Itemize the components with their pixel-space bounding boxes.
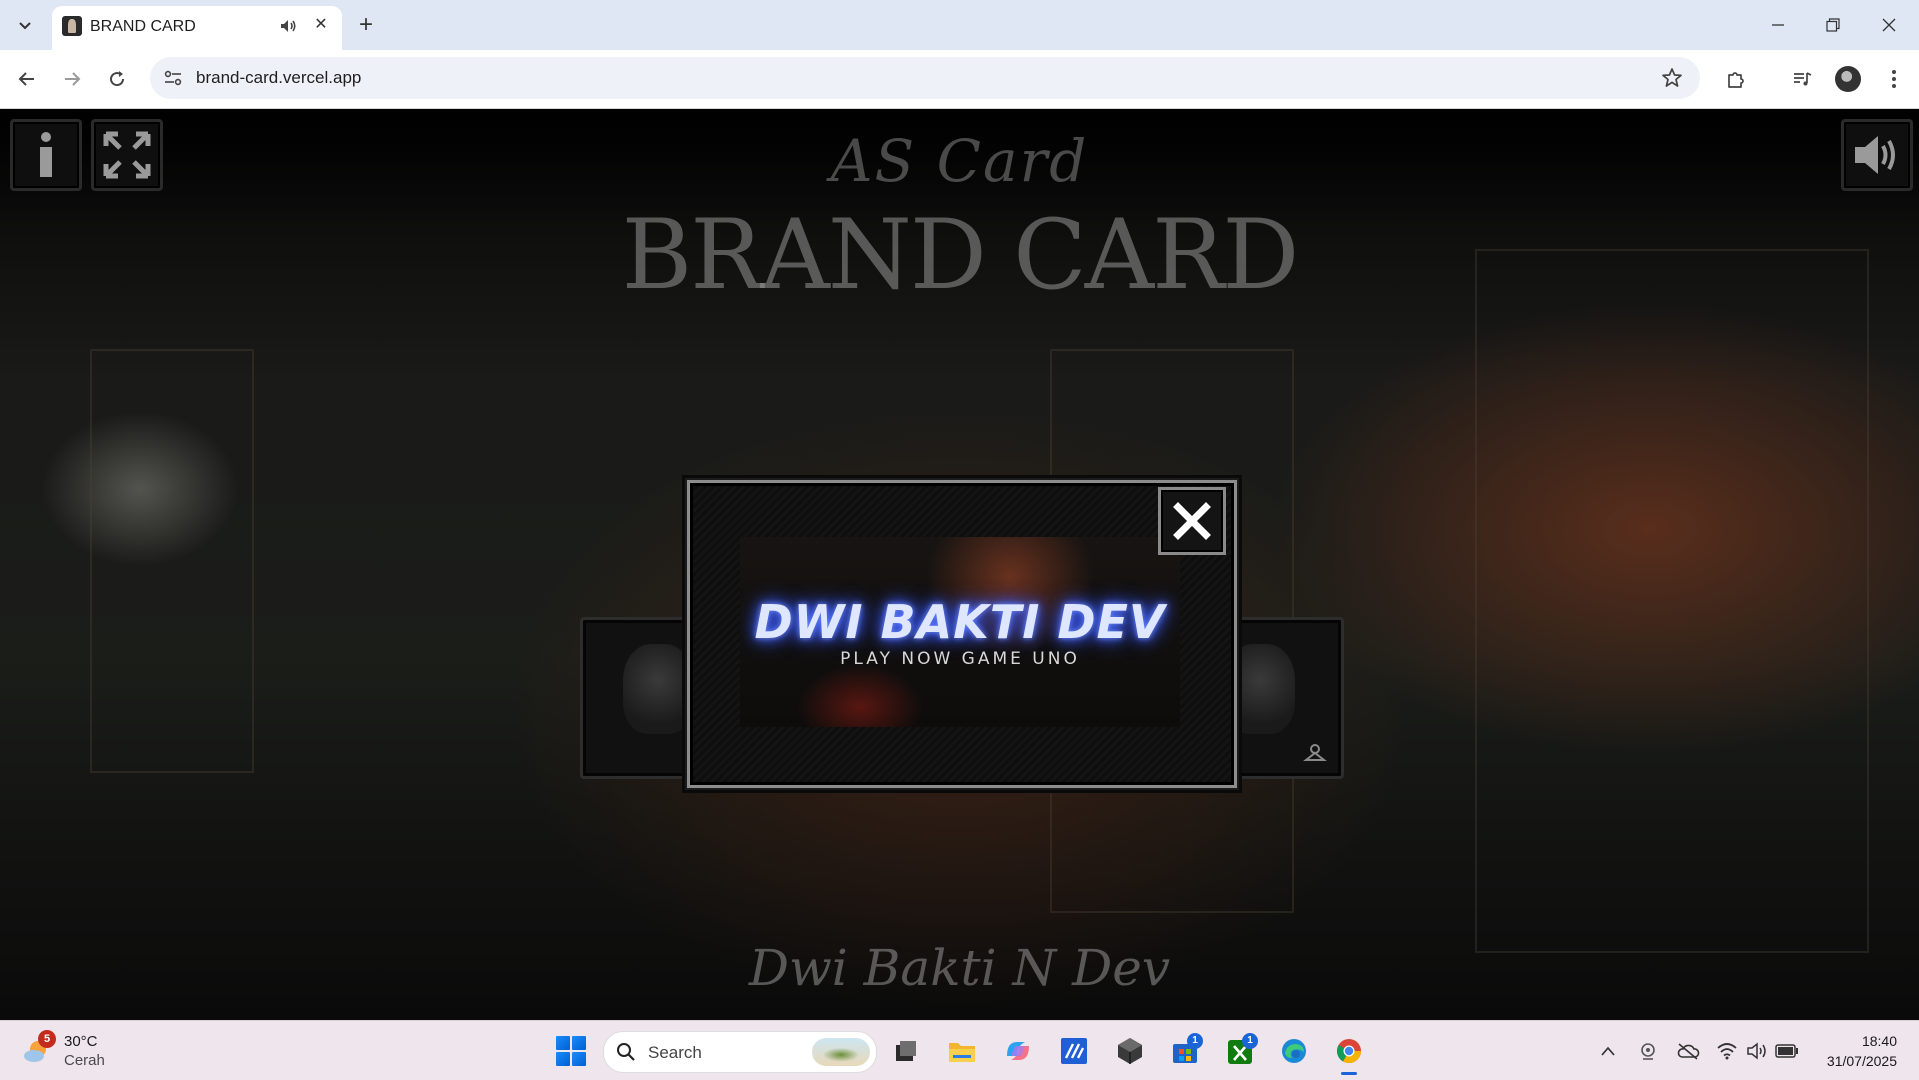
wifi-icon bbox=[1717, 1043, 1737, 1060]
lion-emblem-icon bbox=[623, 644, 693, 734]
address-bar[interactable]: brand-card.vercel.app bbox=[150, 57, 1700, 99]
search-highlight-image bbox=[812, 1038, 870, 1066]
tab-title: BRAND CARD bbox=[90, 18, 196, 35]
onedrive-status[interactable] bbox=[1676, 1039, 1700, 1063]
minimize-icon bbox=[1772, 24, 1784, 26]
chrome-app[interactable] bbox=[1329, 1031, 1369, 1075]
profile-button[interactable] bbox=[1832, 63, 1864, 95]
chevron-up-icon bbox=[1601, 1046, 1615, 1056]
vs-code-icon bbox=[1061, 1038, 1087, 1064]
arrow-left-icon bbox=[18, 72, 34, 86]
avatar bbox=[1835, 66, 1861, 92]
windows-taskbar: 5 30°C Cerah Search 1 1 18:40 31/07/2025 bbox=[0, 1020, 1919, 1080]
close-x-icon bbox=[1173, 502, 1211, 540]
kebab-menu-icon bbox=[1892, 70, 1896, 88]
reload-button[interactable] bbox=[101, 63, 133, 95]
new-tab-button[interactable]: + bbox=[352, 11, 380, 39]
xbox-app[interactable]: 1 bbox=[1220, 1031, 1260, 1071]
active-app-indicator bbox=[1341, 1072, 1357, 1075]
weather-widget[interactable]: 5 30°C Cerah bbox=[22, 1030, 142, 1072]
battery-status[interactable] bbox=[1775, 1039, 1799, 1063]
network-user-icon bbox=[1303, 744, 1327, 761]
notification-badge: 1 bbox=[1242, 1033, 1258, 1049]
extensions-button[interactable] bbox=[1720, 63, 1752, 95]
tab-search-button[interactable] bbox=[10, 12, 40, 38]
copilot-icon bbox=[1007, 1042, 1029, 1060]
browser-toolbar: brand-card.vercel.app bbox=[0, 50, 1919, 109]
search-label: Search bbox=[648, 1043, 702, 1062]
microsoft-store-app[interactable]: 1 bbox=[1165, 1031, 1205, 1071]
url-text[interactable]: brand-card.vercel.app bbox=[196, 68, 361, 88]
restore-button[interactable] bbox=[1811, 12, 1855, 38]
puzzle-icon bbox=[1728, 72, 1744, 88]
brand-logo-title: BRAND CARD bbox=[621, 199, 1300, 311]
sub-logo-text: AS Card bbox=[830, 127, 1089, 195]
volume-status[interactable] bbox=[1745, 1039, 1769, 1063]
reload-icon bbox=[110, 71, 125, 87]
notification-badge: 1 bbox=[1187, 1033, 1203, 1049]
favicon-icon bbox=[62, 16, 82, 36]
azure-app[interactable] bbox=[1054, 1031, 1094, 1071]
arrow-right-icon bbox=[65, 72, 81, 86]
browser-tab-strip: BRAND CARD ✕ + bbox=[0, 0, 1919, 50]
playlist-music-icon bbox=[1794, 72, 1812, 86]
edge-browser-icon bbox=[1282, 1039, 1306, 1063]
chrome-menu-button[interactable] bbox=[1878, 63, 1910, 95]
system-clock[interactable]: 18:40 31/07/2025 bbox=[1807, 1031, 1897, 1071]
volume-icon bbox=[1747, 1042, 1766, 1060]
search-icon bbox=[617, 1043, 635, 1061]
author-signature: Dwi Bakti N Dev bbox=[748, 939, 1171, 997]
windows-logo-icon bbox=[556, 1036, 570, 1050]
minimize-button[interactable] bbox=[1756, 12, 1800, 38]
battery-icon bbox=[1775, 1044, 1798, 1058]
bookmark-star-icon[interactable] bbox=[1660, 66, 1684, 90]
banner-subtitle: PLAY NOW GAME UNO bbox=[840, 649, 1080, 669]
close-icon bbox=[1882, 18, 1896, 32]
weather-condition: Cerah bbox=[64, 1052, 105, 1069]
task-view-button[interactable] bbox=[886, 1031, 926, 1071]
folder-icon bbox=[949, 1043, 975, 1062]
cloud-offline-icon bbox=[1677, 1043, 1700, 1060]
file-explorer-app[interactable] bbox=[942, 1031, 982, 1071]
clock-time: 18:40 bbox=[1861, 1033, 1897, 1049]
media-controls-button[interactable] bbox=[1786, 63, 1818, 95]
tab-close-icon[interactable]: ✕ bbox=[310, 14, 332, 36]
start-button[interactable] bbox=[556, 1036, 586, 1066]
close-window-button[interactable] bbox=[1867, 12, 1911, 38]
restore-icon bbox=[1826, 18, 1840, 32]
modal-close-button[interactable] bbox=[1158, 487, 1226, 555]
background-door-panel bbox=[90, 349, 254, 773]
copilot-app[interactable] bbox=[998, 1031, 1038, 1071]
chrome-browser-icon bbox=[1336, 1039, 1361, 1064]
modal-banner-image: DWI BAKTI DEV PLAY NOW GAME UNO bbox=[740, 537, 1180, 727]
unity-cube-icon bbox=[1118, 1038, 1142, 1064]
back-button[interactable] bbox=[11, 63, 43, 95]
site-info-icon[interactable] bbox=[162, 67, 184, 89]
intro-modal: DWI BAKTI DEV PLAY NOW GAME UNO bbox=[685, 478, 1239, 790]
weather-badge: 5 bbox=[38, 1030, 56, 1048]
tray-app-button[interactable] bbox=[1636, 1039, 1660, 1063]
clock-date: 31/07/2025 bbox=[1826, 1053, 1897, 1069]
show-hidden-icons-button[interactable] bbox=[1596, 1039, 1620, 1063]
browser-tab[interactable]: BRAND CARD ✕ bbox=[52, 6, 342, 50]
page-viewport: AS Card BRAND CARD DWI BAKTI DEV PLAY NO… bbox=[0, 109, 1919, 1020]
tab-audio-icon[interactable] bbox=[278, 16, 298, 36]
webcam-icon bbox=[1641, 1043, 1655, 1060]
background-window-frame bbox=[1475, 249, 1869, 953]
weather-temperature: 30°C bbox=[64, 1033, 98, 1050]
banner-title: DWI BAKTI DEV bbox=[754, 595, 1166, 649]
network-status[interactable] bbox=[1715, 1039, 1739, 1063]
chevron-down-icon bbox=[19, 22, 31, 30]
taskbar-search[interactable]: Search bbox=[603, 1031, 877, 1073]
unity-app[interactable] bbox=[1110, 1031, 1150, 1071]
edge-app[interactable] bbox=[1274, 1031, 1314, 1071]
task-view-icon bbox=[896, 1041, 916, 1061]
forward-button[interactable] bbox=[56, 63, 88, 95]
